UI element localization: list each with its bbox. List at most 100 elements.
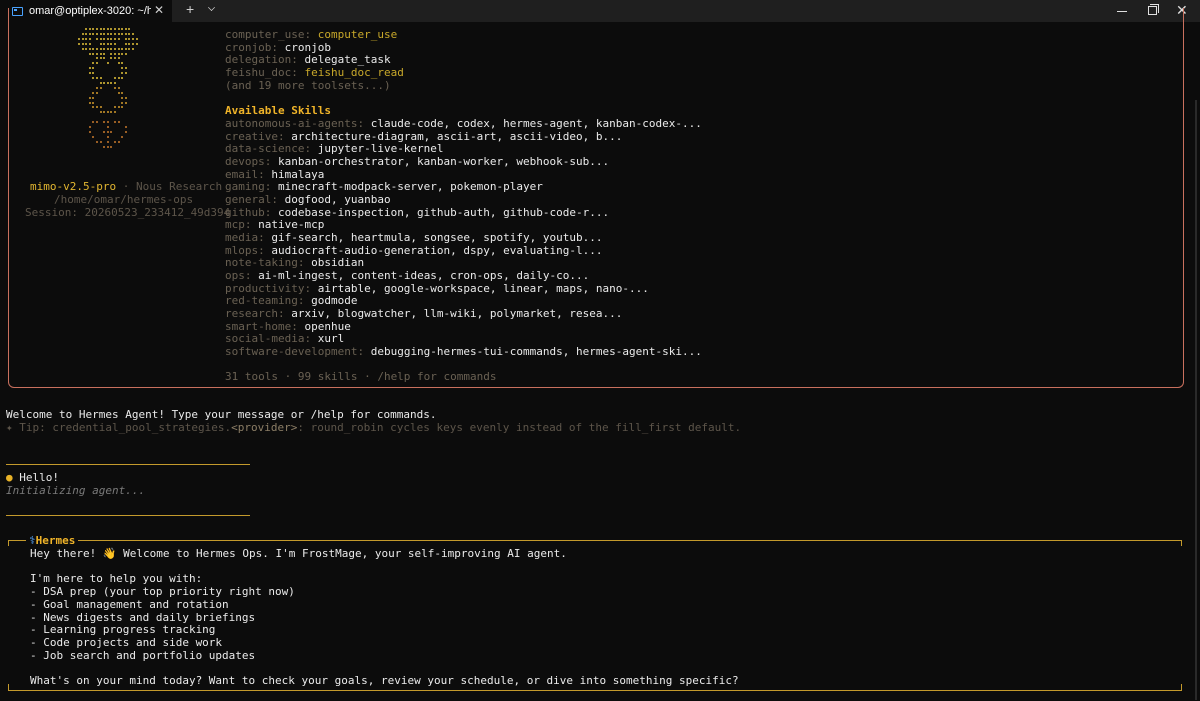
skill-category: gaming: (225, 180, 278, 194)
logo-dot (124, 126, 127, 128)
logo-dot (114, 81, 116, 84)
toolset-key: delegation: (225, 53, 305, 67)
logo-dot (85, 42, 88, 45)
logo-dot (132, 37, 134, 40)
skill-category: autonomous-ai-agents: (225, 117, 371, 130)
toolset-line: cronjob: cronjob (225, 41, 331, 54)
skill-line: github: codebase-inspection, github-auth… (225, 206, 609, 219)
logo-dot (114, 28, 116, 30)
model-name: mimo-v2.5-pro (30, 180, 117, 193)
logo-dot (106, 47, 109, 50)
response-line: - Code projects and side work (30, 635, 223, 649)
skill-line: data-science: jupyter-live-kernel (225, 142, 444, 155)
response-line: I'm here to help you with: (30, 572, 203, 586)
skill-line: gaming: minecraft-modpack-server, pokemo… (225, 180, 543, 193)
toolset-line: computer_use: computer_use (225, 28, 397, 41)
logo-dot (96, 37, 98, 40)
logo-dot (106, 37, 109, 40)
skill-line: productivity: airtable, google-workspace… (225, 282, 649, 295)
logo-dot (88, 72, 91, 75)
logo-dot (124, 72, 127, 75)
logo-dot (88, 130, 91, 133)
skill-names: gif-search, heartmula, songsee, spotify,… (271, 230, 603, 244)
model-info: mimo-v2.5-pro · Nous Research (30, 180, 222, 193)
skill-names: jupyter-live-kernel (317, 142, 444, 156)
logo-dot (117, 52, 120, 55)
skill-line: creative: architecture-diagram, ascii-ar… (225, 130, 622, 143)
skill-category: github: (225, 205, 278, 219)
bullet-icon: ● (6, 471, 13, 484)
skill-names: himalaya (271, 167, 325, 181)
logo-dot (88, 42, 91, 45)
logo-dot (96, 28, 98, 30)
logo-dot (117, 28, 120, 30)
skill-line: media: gif-search, heartmula, songsee, s… (225, 231, 603, 244)
logo-dot (114, 86, 116, 89)
skill-category: mlops: (225, 243, 272, 257)
frame-corner (8, 684, 9, 691)
skill-category: general: (225, 192, 285, 206)
logo-dot (121, 101, 124, 104)
response-line: - DSA prep (your top priority right now) (30, 585, 295, 599)
logo-dot (114, 32, 116, 35)
logo-dot (106, 42, 109, 45)
skill-category: red-teaming: (225, 294, 312, 308)
logo-dot (96, 32, 98, 35)
skill-names: arxiv, blogwatcher, llm-wiki, polymarket… (291, 306, 623, 320)
logo-dot (99, 42, 102, 45)
skill-category: note-taking: (225, 256, 312, 270)
logo-dot (106, 126, 109, 128)
status-text: Initializing agent... (6, 484, 146, 497)
logo-dot (78, 37, 80, 40)
logo-dot (103, 145, 106, 148)
logo-dot (117, 140, 120, 143)
frame-bottom (8, 690, 1182, 691)
skill-names: codebase-inspection, github-auth, github… (277, 205, 610, 219)
toolset-line: feishu_doc: feishu_doc_read (225, 66, 404, 79)
logo-dot (81, 37, 84, 40)
vendor-name: Nous Research (135, 180, 223, 193)
logo-dot (132, 32, 134, 35)
logo-dot (106, 130, 109, 133)
skill-names: ai-ml-ingest, content-ideas, cron-ops, d… (258, 268, 590, 282)
skill-category: productivity: (225, 281, 318, 295)
logo-dot (117, 77, 120, 79)
toolset-value: feishu_doc_read (304, 66, 404, 80)
scrollbar[interactable] (1195, 100, 1197, 700)
logo-dot (114, 37, 116, 40)
logo-dot (106, 81, 109, 84)
logo-dot (124, 130, 127, 133)
logo-dot (99, 86, 102, 89)
logo-dot (96, 140, 98, 143)
frame-corner (1181, 684, 1182, 691)
skill-names: claude-code, codex, hermes-agent, kanban… (370, 117, 702, 130)
skill-names: native-mcp (258, 218, 325, 232)
logo-dot (88, 126, 91, 128)
logo-dot (81, 32, 84, 35)
logo-dot (117, 37, 120, 40)
logo-dot (117, 47, 120, 50)
skill-names: obsidian (311, 256, 365, 270)
skill-line: note-taking: obsidian (225, 256, 364, 269)
skill-line: social-media: xurl (225, 332, 344, 345)
skill-category: mcp: (225, 218, 259, 232)
logo-dot (106, 145, 109, 148)
logo-dot (88, 101, 91, 104)
response-line: - Job search and portfolio updates (30, 648, 256, 662)
tip-suffix: : round_robin cycles keys evenly instead… (297, 421, 742, 434)
logo-dot (124, 37, 127, 40)
skill-category: smart-home: (225, 319, 305, 333)
toolset-value: delegate_task (304, 53, 391, 67)
logo-dot (96, 47, 98, 50)
logo-dot (96, 77, 98, 79)
skill-line: general: dogfood, yuanbao (225, 193, 391, 206)
logo-dot (103, 42, 106, 45)
logo-dot (99, 37, 102, 40)
skill-category: social-media: (225, 332, 318, 346)
response-line: - Learning progress tracking (30, 623, 216, 637)
logo-dot (78, 42, 80, 45)
skills-heading: Available Skills (225, 104, 331, 117)
logo-dot (121, 96, 124, 99)
divider-bottom (6, 515, 250, 516)
skill-line: ops: ai-ml-ingest, content-ideas, cron-o… (225, 269, 589, 282)
